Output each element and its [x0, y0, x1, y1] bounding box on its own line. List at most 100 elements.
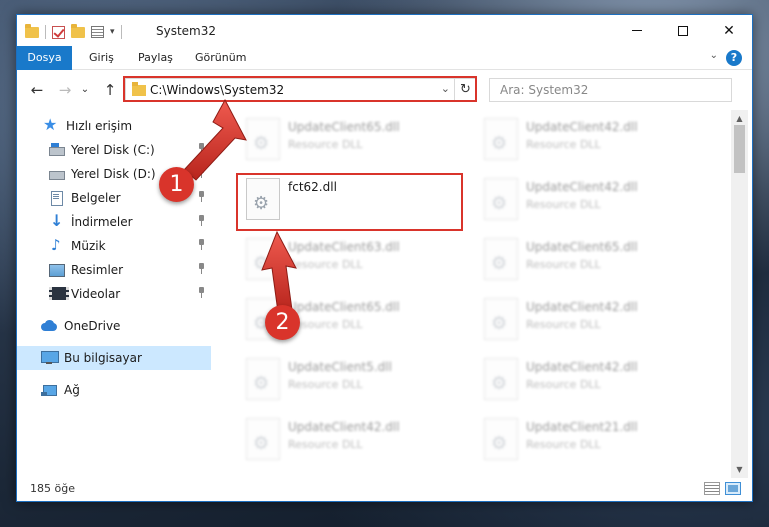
- up-arrow-icon[interactable]: ↑: [100, 80, 120, 100]
- expand-ribbon-chevron-icon[interactable]: ⌄: [710, 50, 718, 61]
- customize-toolbar-chevron-icon[interactable]: ▾: [110, 27, 115, 37]
- sidebar-item-this-pc[interactable]: Bu bilgisayar: [17, 346, 211, 370]
- pin-icon[interactable]: [196, 239, 205, 251]
- search-box[interactable]: [489, 78, 732, 102]
- file-name: UpdateClient5.dll: [288, 360, 392, 374]
- sidebar-item-onedrive[interactable]: OneDrive: [17, 314, 211, 338]
- minimize-button[interactable]: [614, 15, 660, 46]
- file-name: UpdateClient42.dll: [526, 120, 638, 134]
- file-name: UpdateClient65.dll: [288, 300, 400, 314]
- download-icon: [48, 211, 64, 230]
- sidebar-item-downloads[interactable]: İndirmeler: [17, 210, 211, 234]
- new-folder-icon[interactable]: [71, 23, 85, 38]
- tab-file[interactable]: Dosya: [17, 46, 72, 70]
- toolbar-separator: [45, 25, 46, 39]
- file-highlight: [236, 173, 463, 231]
- forward-arrow-icon[interactable]: →: [55, 80, 75, 100]
- dll-file-icon: [246, 238, 280, 280]
- window-title: System32: [156, 24, 217, 38]
- dll-file-icon: [484, 178, 518, 220]
- pin-icon[interactable]: [196, 167, 205, 179]
- details-view-icon[interactable]: [704, 482, 720, 495]
- maximize-icon: [678, 25, 688, 36]
- dll-file-icon: [246, 418, 280, 460]
- file-name: UpdateClient65.dll: [288, 120, 400, 134]
- dll-file-icon: [484, 118, 518, 160]
- folder-icon: [25, 23, 39, 38]
- file-item[interactable]: UpdateClient42.dll Resource DLL: [476, 170, 706, 230]
- file-item[interactable]: UpdateClient65.dll Resource DLL: [238, 110, 468, 170]
- sidebar-item-quick-access[interactable]: Hızlı erişim: [17, 114, 211, 138]
- window-controls: ✕: [614, 15, 752, 46]
- pin-icon[interactable]: [196, 143, 205, 155]
- file-type: Resource DLL: [288, 258, 363, 271]
- help-button[interactable]: ?: [726, 50, 742, 66]
- file-item[interactable]: UpdateClient65.dll Resource DLL: [476, 230, 706, 290]
- file-list: UpdateClient65.dll Resource DLL UpdateCl…: [218, 110, 727, 478]
- sidebar-item-music[interactable]: Müzik: [17, 234, 211, 258]
- dll-file-icon: [246, 358, 280, 400]
- step-2-badge: 2: [265, 305, 300, 340]
- sidebar-item-label: Videolar: [71, 287, 121, 301]
- documents-icon: [48, 191, 64, 206]
- file-item[interactable]: UpdateClient42.dll Resource DLL: [476, 110, 706, 170]
- scrollbar-thumb[interactable]: [734, 125, 745, 173]
- dll-file-icon: [484, 298, 518, 340]
- properties-check-icon[interactable]: [52, 25, 65, 39]
- sidebar-item-label: Bu bilgisayar: [64, 351, 142, 365]
- step-1-badge: 1: [159, 167, 194, 202]
- dll-file-icon: [246, 118, 280, 160]
- status-bar: 185 öğe: [17, 477, 752, 501]
- file-type: Resource DLL: [526, 318, 601, 331]
- scroll-down-icon[interactable]: ▼: [731, 461, 748, 478]
- tab-share[interactable]: Paylaş: [126, 46, 185, 70]
- file-item[interactable]: UpdateClient21.dll Resource DLL: [476, 410, 706, 470]
- sidebar-item-pictures[interactable]: Resimler: [17, 258, 211, 282]
- back-arrow-icon[interactable]: ←: [27, 80, 47, 100]
- sidebar-item-label: Yerel Disk (C:): [71, 143, 155, 157]
- sidebar-item-videos[interactable]: Videolar: [17, 282, 211, 306]
- sidebar-item-label: Resimler: [71, 263, 124, 277]
- file-type: Resource DLL: [288, 438, 363, 451]
- file-name: UpdateClient42.dll: [526, 300, 638, 314]
- file-item[interactable]: UpdateClient5.dll Resource DLL: [238, 350, 468, 410]
- sidebar-item-label: OneDrive: [64, 319, 121, 333]
- recent-locations-chevron-icon[interactable]: ⌄: [75, 80, 95, 100]
- toolbar-separator-2: [120, 25, 122, 39]
- sidebar-item-network[interactable]: Ağ: [17, 378, 211, 402]
- pin-icon[interactable]: [196, 263, 205, 275]
- sidebar-item-label: İndirmeler: [71, 215, 133, 229]
- file-item[interactable]: UpdateClient63.dll Resource DLL: [238, 230, 468, 290]
- star-icon: [43, 115, 59, 134]
- dll-file-icon: [484, 358, 518, 400]
- file-item[interactable]: UpdateClient42.dll Resource DLL: [238, 410, 468, 470]
- navigation-pane: Hızlı erişim Yerel Disk (C:) Yerel Disk …: [17, 112, 211, 476]
- file-type: Resource DLL: [288, 378, 363, 391]
- file-type: Resource DLL: [526, 198, 601, 211]
- pin-icon[interactable]: [196, 191, 205, 203]
- sidebar-item-label: Yerel Disk (D:): [71, 167, 156, 181]
- rename-icon[interactable]: [91, 26, 104, 38]
- pin-icon[interactable]: [196, 287, 205, 299]
- maximize-button[interactable]: [660, 15, 706, 46]
- close-button[interactable]: ✕: [706, 15, 752, 46]
- file-type: Resource DLL: [526, 138, 601, 151]
- minimize-icon: [632, 30, 642, 31]
- dll-file-icon: [484, 418, 518, 460]
- tab-view[interactable]: Görünüm: [183, 46, 258, 70]
- vertical-scrollbar[interactable]: ▲ ▼: [731, 110, 748, 478]
- ribbon-tabs: Dosya Giriş Paylaş Görünüm ⌄ ?: [17, 46, 752, 70]
- videos-icon: [48, 287, 69, 301]
- sidebar-item-local-disk-c[interactable]: Yerel Disk (C:): [17, 138, 211, 162]
- file-item[interactable]: UpdateClient42.dll Resource DLL: [476, 290, 706, 350]
- file-item[interactable]: UpdateClient42.dll Resource DLL: [476, 350, 706, 410]
- file-type: Resource DLL: [526, 378, 601, 391]
- sidebar-item-label: Belgeler: [71, 191, 121, 205]
- pin-icon[interactable]: [196, 215, 205, 227]
- title-bar: ▾ System32 ✕: [17, 15, 752, 46]
- large-icons-view-icon[interactable]: [725, 482, 741, 495]
- computer-icon: [41, 351, 59, 365]
- search-input[interactable]: [490, 79, 731, 101]
- tab-home[interactable]: Giriş: [77, 46, 126, 70]
- address-bar-highlight: [123, 76, 477, 102]
